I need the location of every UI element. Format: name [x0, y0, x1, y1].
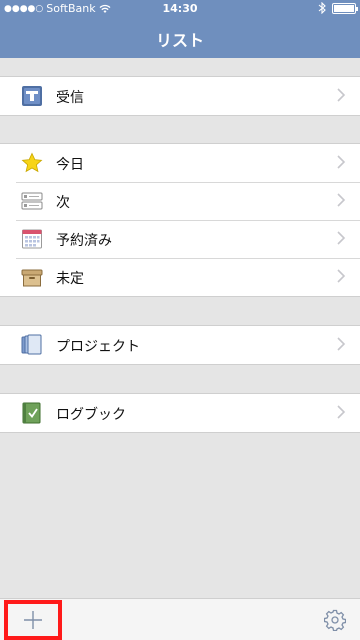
- chevron-right-icon: [337, 337, 346, 351]
- logbook-icon: [22, 402, 41, 424]
- bottom-toolbar: [0, 598, 360, 640]
- projects-icon: [21, 334, 42, 355]
- status-bar: ●●●●○ SoftBank 14:30: [0, 0, 360, 18]
- chevron-right-icon: [337, 405, 346, 419]
- list-group-inbox: 受信: [0, 76, 360, 116]
- list-group-focus: 今日 次 予約済み 未定: [0, 143, 360, 297]
- list-group-projects: プロジェクト: [0, 325, 360, 365]
- bluetooth-icon: [318, 2, 326, 14]
- chevron-right-icon: [337, 193, 346, 207]
- list-item-label: 未定: [56, 271, 84, 287]
- list-group-logbook: ログブック: [0, 393, 360, 433]
- inbox-icon: [22, 86, 42, 106]
- list-item-label: 今日: [56, 157, 84, 173]
- page-title: リスト: [155, 31, 204, 50]
- list-item-scheduled[interactable]: 予約済み: [0, 220, 360, 258]
- list-item-today[interactable]: 今日: [0, 144, 360, 182]
- battery-icon: [332, 2, 358, 14]
- chevron-right-icon: [337, 231, 346, 245]
- list-item-label: 予約済み: [56, 233, 112, 249]
- box-icon: [21, 269, 43, 287]
- next-list-icon: [21, 192, 43, 210]
- list-item-logbook[interactable]: ログブック: [0, 394, 360, 432]
- list-item-label: ログブック: [56, 407, 126, 423]
- chevron-right-icon: [337, 155, 346, 169]
- chevron-right-icon: [337, 88, 346, 102]
- status-time: 14:30: [162, 2, 198, 15]
- chevron-right-icon: [337, 269, 346, 283]
- list-item-next[interactable]: 次: [0, 182, 360, 220]
- gear-icon[interactable]: [324, 609, 346, 631]
- list-item-label: 次: [56, 195, 70, 211]
- list-item-projects[interactable]: プロジェクト: [0, 326, 360, 364]
- star-icon: [21, 152, 43, 173]
- status-right: [318, 2, 358, 14]
- list-item-label: 受信: [56, 90, 84, 106]
- list-item-label: プロジェクト: [56, 339, 140, 355]
- list-item-someday[interactable]: 未定: [0, 258, 360, 296]
- add-button[interactable]: [4, 600, 62, 640]
- calendar-icon: [22, 229, 42, 249]
- navigation-bar: ●●●●○ SoftBank 14:30 リスト: [0, 0, 360, 58]
- list-item-inbox[interactable]: 受信: [0, 77, 360, 115]
- plus-icon: [24, 611, 42, 629]
